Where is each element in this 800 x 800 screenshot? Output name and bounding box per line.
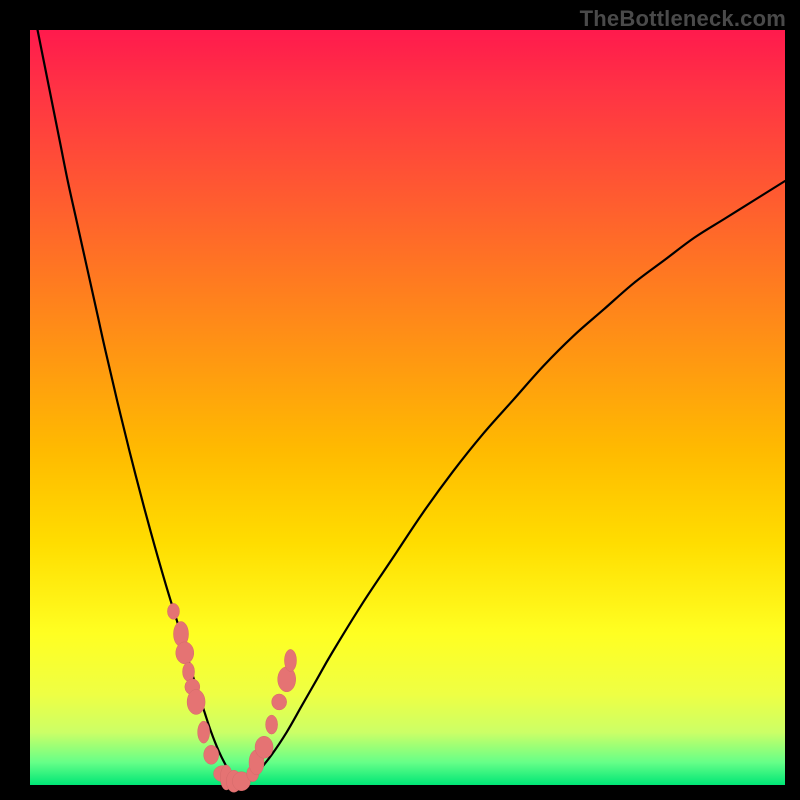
highlight-dot <box>266 715 278 734</box>
highlight-dot <box>272 694 287 710</box>
highlight-dot <box>183 662 195 681</box>
chart-frame: TheBottleneck.com <box>0 0 800 800</box>
highlight-dot <box>187 689 205 714</box>
plot-area <box>30 30 785 785</box>
highlight-dot <box>198 721 210 743</box>
highlight-dot <box>167 603 179 619</box>
highlight-dot <box>176 642 194 664</box>
curve-svg <box>30 30 785 785</box>
highlight-dot <box>284 649 296 671</box>
bottleneck-curve <box>38 30 785 784</box>
highlight-dots-group <box>167 603 296 792</box>
watermark-label: TheBottleneck.com <box>580 6 786 32</box>
highlight-dot <box>204 745 219 764</box>
highlight-dot <box>255 736 273 758</box>
